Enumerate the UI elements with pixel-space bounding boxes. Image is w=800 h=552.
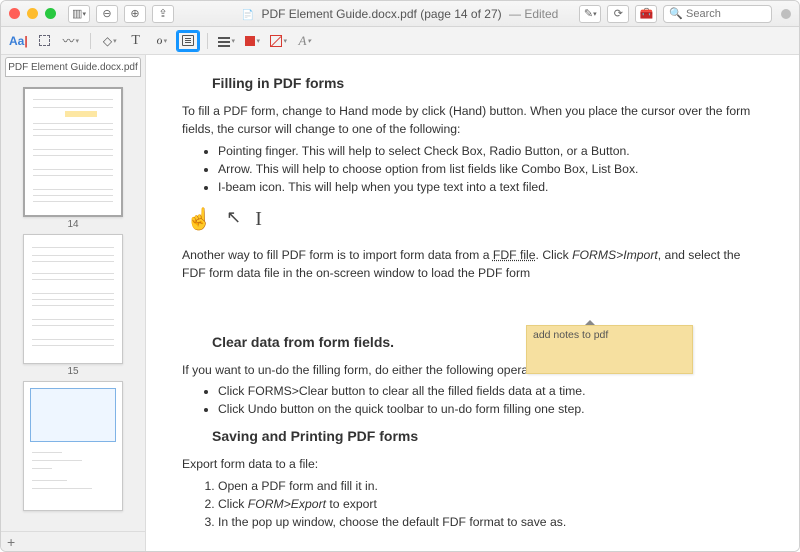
heading-saving-printing: Saving and Printing PDF forms bbox=[212, 426, 763, 447]
page-thumbnail[interactable] bbox=[23, 87, 123, 217]
filename: PDF Element Guide.docx.pdf bbox=[261, 7, 416, 21]
sketch-tool[interactable]: 〰▾ bbox=[60, 31, 82, 51]
rotate-button[interactable]: ⟳ bbox=[607, 5, 629, 23]
list-item: Click FORMS>Clear button to clear all th… bbox=[218, 382, 763, 400]
zoom-in-button[interactable]: ⊕ bbox=[124, 5, 146, 23]
sidebar-view-menu[interactable]: ▥▾ bbox=[68, 5, 90, 23]
markup-toolbar-button[interactable]: 🧰 bbox=[635, 5, 657, 23]
line-style-tool[interactable]: ▾ bbox=[216, 31, 238, 51]
shapes-tool[interactable]: ◇▾ bbox=[99, 31, 121, 51]
note-anchor-icon bbox=[585, 315, 597, 325]
arrow-cursor-icon: ↖ bbox=[226, 204, 241, 236]
paragraph: Another way to fill PDF form is to impor… bbox=[182, 246, 763, 283]
hand-cursor-icon: ☝ bbox=[186, 204, 212, 236]
thumbnail-page-number: 14 bbox=[1, 219, 145, 230]
pdf-page: Filling in PDF forms To fill a PDF form,… bbox=[146, 55, 799, 551]
paragraph: To fill a PDF form, change to Hand mode … bbox=[182, 102, 763, 139]
text-style-tool[interactable]: Aa| bbox=[7, 31, 30, 51]
paragraph: Export form data to a file: bbox=[182, 455, 763, 473]
signature-tool[interactable]: ℴ▾ bbox=[151, 31, 173, 51]
add-page-button[interactable]: + bbox=[1, 531, 145, 551]
share-button[interactable]: ⇪ bbox=[152, 5, 174, 23]
zoom-window-button[interactable] bbox=[45, 8, 56, 19]
search-field[interactable]: 🔍 bbox=[663, 5, 772, 23]
heading-filling-forms: Filling in PDF forms bbox=[212, 73, 763, 94]
text-tool[interactable]: T bbox=[125, 31, 147, 51]
minimize-window-button[interactable] bbox=[27, 8, 38, 19]
document-view[interactable]: Filling in PDF forms To fill a PDF form,… bbox=[146, 55, 799, 551]
page-thumbnail[interactable] bbox=[23, 381, 123, 511]
list-item: I-beam icon. This will help when you typ… bbox=[218, 178, 763, 196]
edited-status: Edited bbox=[524, 7, 558, 21]
list-item: Open a PDF form and fill it in. bbox=[218, 477, 763, 495]
page-indicator: (page 14 of 27) bbox=[420, 7, 501, 21]
page-thumbnail[interactable] bbox=[23, 234, 123, 364]
search-input[interactable] bbox=[686, 8, 766, 20]
file-icon: 📄 bbox=[242, 10, 254, 21]
note-tool[interactable] bbox=[177, 31, 199, 51]
cursor-examples: ☝ ↖ I bbox=[186, 204, 763, 236]
search-icon: 🔍 bbox=[669, 7, 683, 20]
zoom-out-button[interactable]: ⊖ bbox=[96, 5, 118, 23]
list-item: In the pop up window, choose the default… bbox=[218, 513, 763, 531]
font-style-tool[interactable]: A▾ bbox=[294, 31, 316, 51]
sticky-note-annotation[interactable]: add notes to pdf bbox=[526, 325, 693, 374]
fill-color-tool[interactable]: ▾ bbox=[242, 31, 264, 51]
sidebar-tab[interactable]: PDF Element Guide.docx.pdf bbox=[5, 57, 141, 77]
list-item: Pointing finger. This will help to selec… bbox=[218, 142, 763, 160]
list-item: Click Undo button on the quick toolbar t… bbox=[218, 400, 763, 418]
highlight-mode-button[interactable]: ✎▾ bbox=[579, 5, 601, 23]
thumbnails-sidebar: PDF Element Guide.docx.pdf 14 15 bbox=[1, 55, 146, 551]
titlebar: ▥▾ ⊖ ⊕ ⇪ 📄 PDF Element Guide.docx.pdf (p… bbox=[1, 1, 799, 27]
close-window-button[interactable] bbox=[9, 8, 20, 19]
fullscreen-button[interactable] bbox=[781, 9, 791, 19]
sticky-note-text[interactable]: add notes to pdf bbox=[533, 329, 608, 341]
list-item: Arrow. This will help to choose option f… bbox=[218, 160, 763, 178]
selection-tool[interactable] bbox=[34, 31, 56, 51]
list-item: Click FORM>Export to export bbox=[218, 495, 763, 513]
annotation-toolbar: Aa| 〰▾ ◇▾ T ℴ▾ ▾ ▾ ▾ A▾ bbox=[1, 27, 799, 55]
thumbnail-page-number: 15 bbox=[1, 366, 145, 377]
border-color-tool[interactable]: ▾ bbox=[268, 31, 290, 51]
ibeam-cursor-icon: I bbox=[255, 204, 262, 236]
